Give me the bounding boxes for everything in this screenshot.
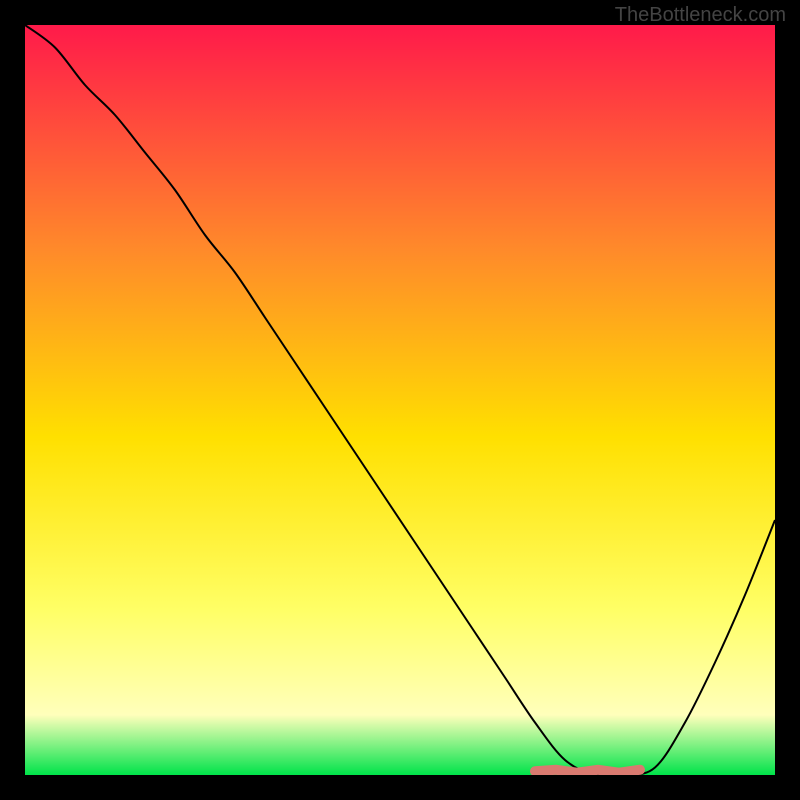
optimal-range-highlight: [535, 770, 640, 773]
bottleneck-chart: [25, 25, 775, 775]
watermark-text: TheBottleneck.com: [615, 4, 786, 27]
chart-plot-area: [25, 25, 775, 775]
gradient-background: [25, 25, 775, 775]
